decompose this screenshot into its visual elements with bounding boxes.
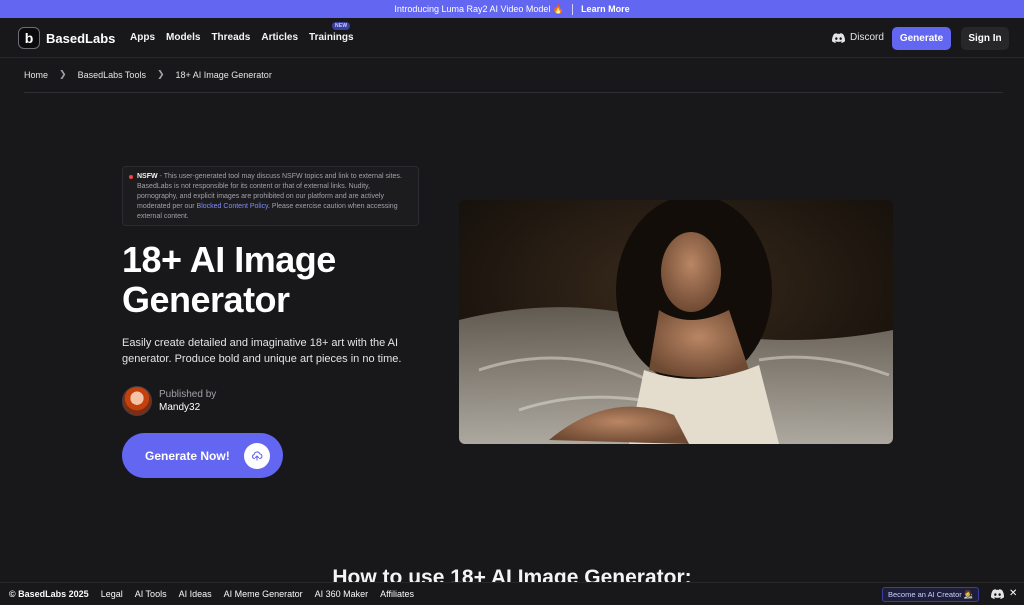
breadcrumb: Home ❯ BasedLabs Tools ❯ 18+ AI Image Ge… bbox=[24, 69, 272, 80]
nav-item-trainings-label: Trainings bbox=[309, 32, 354, 43]
publisher: Published by Mandy32 bbox=[122, 386, 216, 416]
sign-in-button[interactable]: Sign In bbox=[961, 27, 1009, 50]
main-menu: Apps Models Threads Articles Trainings N… bbox=[130, 22, 354, 43]
new-badge: NEW bbox=[332, 22, 351, 30]
footer-link-ai-meme-generator[interactable]: AI Meme Generator bbox=[224, 589, 303, 599]
hero-image bbox=[459, 200, 893, 444]
generate-button[interactable]: Generate bbox=[892, 27, 951, 50]
footer-link-ai-tools[interactable]: AI Tools bbox=[135, 589, 167, 599]
generate-now-button[interactable]: Generate Now! bbox=[122, 433, 283, 478]
footer-copyright: © BasedLabs 2025 bbox=[9, 589, 89, 599]
nsfw-notice: NSFW - This user-generated tool may disc… bbox=[122, 166, 419, 226]
blocked-content-policy-link[interactable]: Blocked Content Policy bbox=[197, 203, 268, 210]
published-by-label: Published by bbox=[159, 389, 217, 400]
discord-link[interactable]: Discord bbox=[832, 32, 884, 43]
upload-cloud-icon bbox=[244, 443, 270, 469]
page-description: Easily create detailed and imaginative 1… bbox=[122, 337, 402, 365]
hero-image-illustration bbox=[459, 200, 893, 444]
avatar[interactable] bbox=[122, 386, 152, 416]
page-title: 18+ AI Image Generator bbox=[122, 239, 336, 320]
footer-link-ai-360-maker[interactable]: AI 360 Maker bbox=[315, 589, 369, 599]
announcement-divider bbox=[572, 3, 574, 15]
logo-text: BasedLabs bbox=[46, 30, 116, 46]
discord-icon bbox=[832, 32, 845, 43]
footer-link-legal[interactable]: Legal bbox=[101, 589, 123, 599]
breadcrumb-home[interactable]: Home bbox=[24, 70, 48, 80]
breadcrumb-divider bbox=[24, 92, 1003, 93]
discord-label: Discord bbox=[850, 32, 884, 43]
chevron-right-icon: ❯ bbox=[156, 69, 165, 79]
nav-item-threads[interactable]: Threads bbox=[211, 32, 250, 43]
nav-item-articles[interactable]: Articles bbox=[261, 32, 298, 43]
footer-link-ai-ideas[interactable]: AI Ideas bbox=[179, 589, 212, 599]
footer: © BasedLabs 2025 Legal AI Tools AI Ideas… bbox=[0, 582, 1024, 605]
warning-dot-icon bbox=[129, 175, 133, 179]
become-creator-button[interactable]: Become an AI Creator 👩‍🎨 bbox=[882, 587, 980, 602]
logo-icon: b bbox=[18, 27, 40, 49]
discord-icon[interactable] bbox=[991, 589, 1005, 601]
nav-item-apps[interactable]: Apps bbox=[130, 32, 155, 43]
author-name[interactable]: Mandy32 bbox=[159, 401, 216, 414]
generate-now-label: Generate Now! bbox=[145, 448, 230, 463]
x-twitter-icon[interactable]: ✕ bbox=[1009, 588, 1017, 599]
top-navigation: b BasedLabs Apps Models Threads Articles… bbox=[0, 18, 1024, 58]
announcement-bar: Introducing Luma Ray2 AI Video Model 🔥 L… bbox=[0, 0, 1024, 18]
announcement-text: Introducing Luma Ray2 AI Video Model 🔥 bbox=[394, 3, 565, 14]
nav-item-trainings[interactable]: Trainings NEW bbox=[309, 22, 354, 43]
logo[interactable]: b BasedLabs bbox=[18, 27, 115, 49]
nsfw-label: NSFW bbox=[137, 173, 158, 180]
chevron-right-icon: ❯ bbox=[59, 69, 67, 79]
breadcrumb-tools[interactable]: BasedLabs Tools bbox=[78, 70, 146, 80]
breadcrumb-current: 18+ AI Image Generator bbox=[175, 69, 272, 80]
learn-more-link[interactable]: Learn More bbox=[581, 4, 630, 14]
nav-item-models[interactable]: Models bbox=[166, 32, 200, 43]
footer-link-affiliates[interactable]: Affiliates bbox=[380, 589, 414, 599]
